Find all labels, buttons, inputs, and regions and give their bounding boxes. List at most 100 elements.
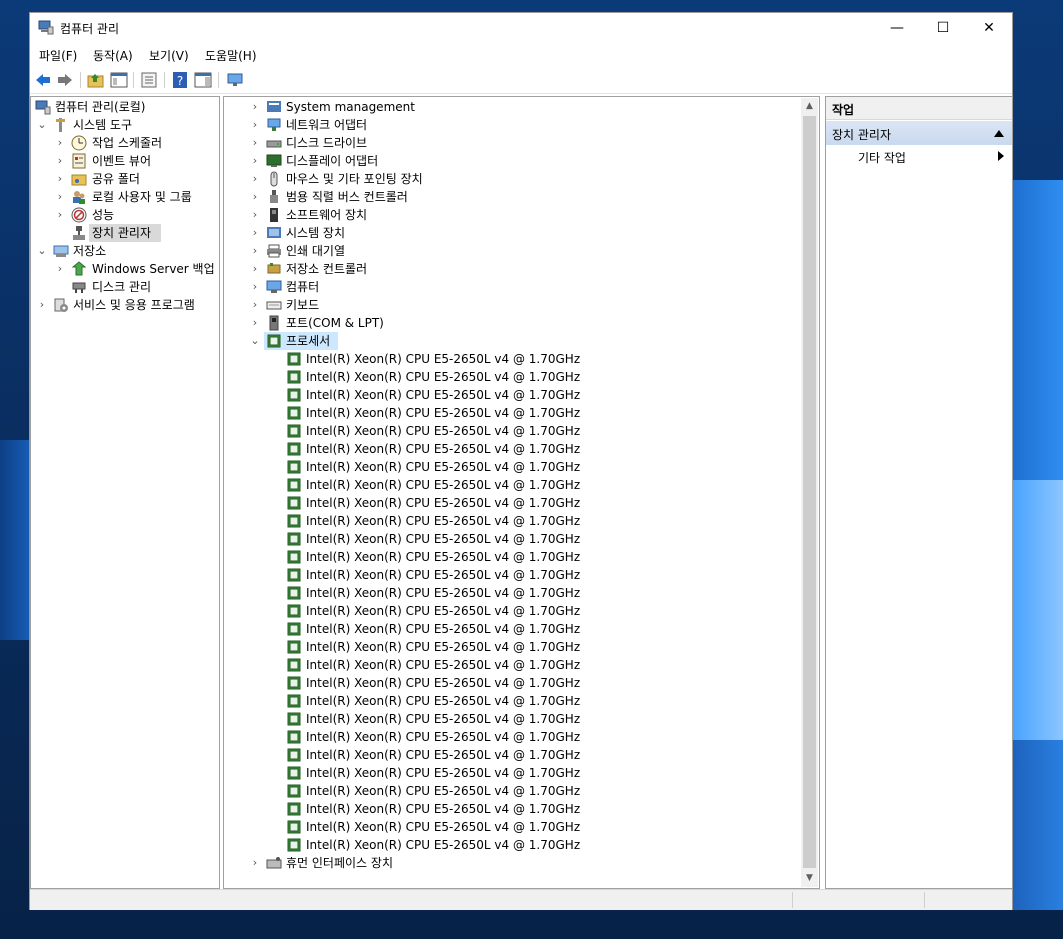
help-icon[interactable]: ?	[171, 71, 189, 89]
chevron-right-icon[interactable]: ›	[250, 206, 260, 224]
tree-item-event-viewer[interactable]: › 이벤트 뷰어	[33, 152, 217, 170]
processor-item[interactable]: Intel(R) Xeon(R) CPU E5-2650L v4 @ 1.70G…	[224, 638, 799, 656]
device-category-keyboard[interactable]: › 키보드	[224, 296, 799, 314]
processor-item[interactable]: Intel(R) Xeon(R) CPU E5-2650L v4 @ 1.70G…	[224, 836, 799, 854]
device-category-port[interactable]: › 포트(COM & LPT)	[224, 314, 799, 332]
processor-item[interactable]: Intel(R) Xeon(R) CPU E5-2650L v4 @ 1.70G…	[224, 746, 799, 764]
chevron-right-icon[interactable]: ›	[250, 224, 260, 242]
tree-item-system-tools[interactable]: ⌄ 시스템 도구	[33, 116, 217, 134]
tree-item-storage[interactable]: ⌄ 저장소	[33, 242, 217, 260]
scrollbar-thumb[interactable]	[803, 116, 816, 868]
chevron-right-icon[interactable]: ›	[55, 170, 65, 188]
scroll-up-arrow-icon[interactable]: ▲	[801, 98, 818, 115]
tree-item-disk-management[interactable]: 디스크 관리	[33, 278, 217, 296]
processor-item[interactable]: Intel(R) Xeon(R) CPU E5-2650L v4 @ 1.70G…	[224, 602, 799, 620]
processor-item[interactable]: Intel(R) Xeon(R) CPU E5-2650L v4 @ 1.70G…	[224, 800, 799, 818]
chevron-down-icon[interactable]: ⌄	[250, 332, 260, 350]
processor-item[interactable]: Intel(R) Xeon(R) CPU E5-2650L v4 @ 1.70G…	[224, 458, 799, 476]
device-category-mouse[interactable]: › 마우스 및 기타 포인팅 장치	[224, 170, 799, 188]
monitor-icon[interactable]	[226, 71, 244, 89]
menu-action[interactable]: 동작(A)	[93, 47, 133, 64]
chevron-down-icon[interactable]: ⌄	[37, 116, 47, 134]
processor-item[interactable]: Intel(R) Xeon(R) CPU E5-2650L v4 @ 1.70G…	[224, 584, 799, 602]
processor-item[interactable]: Intel(R) Xeon(R) CPU E5-2650L v4 @ 1.70G…	[224, 440, 799, 458]
chevron-right-icon[interactable]: ›	[250, 296, 260, 314]
chevron-right-icon[interactable]: ›	[37, 296, 47, 314]
processor-item[interactable]: Intel(R) Xeon(R) CPU E5-2650L v4 @ 1.70G…	[224, 782, 799, 800]
properties-icon[interactable]	[140, 71, 158, 89]
tree-item-device-manager[interactable]: 장치 관리자	[33, 224, 217, 242]
vertical-scrollbar[interactable]: ▲ ▼	[801, 98, 818, 887]
tree-item-services-applications[interactable]: › 서비스 및 응용 프로그램	[33, 296, 217, 314]
tree-item-performance[interactable]: › 성능	[33, 206, 217, 224]
device-category-network[interactable]: › 네트워크 어댑터	[224, 116, 799, 134]
chevron-right-icon[interactable]: ›	[250, 260, 260, 278]
processor-item[interactable]: Intel(R) Xeon(R) CPU E5-2650L v4 @ 1.70G…	[224, 620, 799, 638]
navigation-tree-pane[interactable]: 컴퓨터 관리(로컬) ⌄ 시스템 도구 › 작업 스케줄러 › 이벤트 뷰어 ›…	[30, 96, 220, 889]
processor-item[interactable]: Intel(R) Xeon(R) CPU E5-2650L v4 @ 1.70G…	[224, 368, 799, 386]
processor-item[interactable]: Intel(R) Xeon(R) CPU E5-2650L v4 @ 1.70G…	[224, 656, 799, 674]
device-category-storage-controller[interactable]: › 저장소 컨트롤러	[224, 260, 799, 278]
processor-item[interactable]: Intel(R) Xeon(R) CPU E5-2650L v4 @ 1.70G…	[224, 818, 799, 836]
processor-item[interactable]: Intel(R) Xeon(R) CPU E5-2650L v4 @ 1.70G…	[224, 674, 799, 692]
up-folder-icon[interactable]	[87, 71, 105, 89]
device-category-disk[interactable]: › 디스크 드라이브	[224, 134, 799, 152]
processor-item[interactable]: Intel(R) Xeon(R) CPU E5-2650L v4 @ 1.70G…	[224, 350, 799, 368]
menu-file[interactable]: 파일(F)	[39, 47, 77, 64]
more-actions-item[interactable]: 기타 작업	[858, 149, 906, 166]
processor-item[interactable]: Intel(R) Xeon(R) CPU E5-2650L v4 @ 1.70G…	[224, 386, 799, 404]
chevron-right-icon[interactable]: ›	[55, 134, 65, 152]
actions-section-device-manager[interactable]: 장치 관리자	[826, 121, 1012, 145]
tree-item-shared-folders[interactable]: › 공유 폴더	[33, 170, 217, 188]
device-category-software[interactable]: › 소프트웨어 장치	[224, 206, 799, 224]
chevron-right-icon[interactable]: ›	[250, 134, 260, 152]
device-category-system[interactable]: › 시스템 장치	[224, 224, 799, 242]
scroll-down-arrow-icon[interactable]: ▼	[801, 870, 818, 887]
tree-item-root[interactable]: 컴퓨터 관리(로컬)	[33, 98, 217, 116]
collapse-triangle-icon[interactable]	[994, 129, 1004, 137]
maximize-button[interactable]: ☐	[920, 13, 966, 43]
chevron-right-icon[interactable]: ›	[250, 242, 260, 260]
device-category-system-management[interactable]: › System management	[224, 98, 799, 116]
device-category-usb[interactable]: › 범용 직렬 버스 컨트롤러	[224, 188, 799, 206]
device-category-display[interactable]: › 디스플레이 어댑터	[224, 152, 799, 170]
processor-item[interactable]: Intel(R) Xeon(R) CPU E5-2650L v4 @ 1.70G…	[224, 710, 799, 728]
chevron-right-icon[interactable]: ›	[250, 188, 260, 206]
processor-item[interactable]: Intel(R) Xeon(R) CPU E5-2650L v4 @ 1.70G…	[224, 512, 799, 530]
processor-item[interactable]: Intel(R) Xeon(R) CPU E5-2650L v4 @ 1.70G…	[224, 728, 799, 746]
tree-item-local-users-groups[interactable]: › 로컬 사용자 및 그룹	[33, 188, 217, 206]
show-hide-tree-icon[interactable]	[110, 71, 128, 89]
processor-item[interactable]: Intel(R) Xeon(R) CPU E5-2650L v4 @ 1.70G…	[224, 566, 799, 584]
chevron-right-icon[interactable]: ›	[250, 278, 260, 296]
show-action-pane-icon[interactable]	[194, 71, 212, 89]
device-category-processor[interactable]: ⌄ 프로세서	[224, 332, 799, 350]
device-category-hid[interactable]: › 휴먼 인터페이스 장치	[224, 854, 799, 872]
device-category-printer[interactable]: › 인쇄 대기열	[224, 242, 799, 260]
processor-item[interactable]: Intel(R) Xeon(R) CPU E5-2650L v4 @ 1.70G…	[224, 494, 799, 512]
device-tree-pane[interactable]: › System management › 네트워크 어댑터 › 디스크 드라이브 › 디스플…	[223, 96, 820, 889]
chevron-right-icon[interactable]: ›	[55, 188, 65, 206]
chevron-right-icon[interactable]: ›	[250, 152, 260, 170]
chevron-right-icon[interactable]: ›	[250, 854, 260, 872]
chevron-down-icon[interactable]: ⌄	[37, 242, 47, 260]
minimize-button[interactable]: —	[874, 13, 920, 43]
forward-arrow-icon[interactable]	[56, 71, 74, 89]
processor-item[interactable]: Intel(R) Xeon(R) CPU E5-2650L v4 @ 1.70G…	[224, 530, 799, 548]
chevron-right-icon[interactable]: ›	[250, 170, 260, 188]
tree-item-windows-server-backup[interactable]: › Windows Server 백업	[33, 260, 217, 278]
chevron-right-icon[interactable]: ›	[250, 116, 260, 134]
menu-help[interactable]: 도움말(H)	[205, 47, 257, 64]
submenu-arrow-icon[interactable]	[998, 151, 1004, 161]
device-category-computer[interactable]: › 컴퓨터	[224, 278, 799, 296]
menu-view[interactable]: 보기(V)	[149, 47, 189, 64]
chevron-right-icon[interactable]: ›	[250, 314, 260, 332]
processor-item[interactable]: Intel(R) Xeon(R) CPU E5-2650L v4 @ 1.70G…	[224, 422, 799, 440]
processor-item[interactable]: Intel(R) Xeon(R) CPU E5-2650L v4 @ 1.70G…	[224, 692, 799, 710]
chevron-right-icon[interactable]: ›	[250, 98, 260, 116]
processor-item[interactable]: Intel(R) Xeon(R) CPU E5-2650L v4 @ 1.70G…	[224, 764, 799, 782]
title-bar[interactable]: 컴퓨터 관리 — ☐ ✕	[30, 13, 1012, 43]
chevron-right-icon[interactable]: ›	[55, 152, 65, 170]
processor-item[interactable]: Intel(R) Xeon(R) CPU E5-2650L v4 @ 1.70G…	[224, 548, 799, 566]
chevron-right-icon[interactable]: ›	[55, 260, 65, 278]
processor-item[interactable]: Intel(R) Xeon(R) CPU E5-2650L v4 @ 1.70G…	[224, 404, 799, 422]
